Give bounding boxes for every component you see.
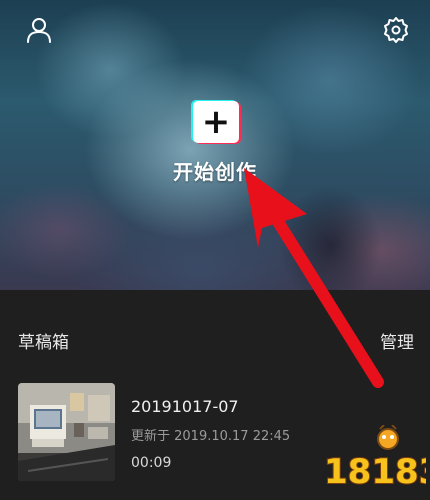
plus-icon[interactable]: + bbox=[193, 101, 239, 143]
drafts-header: 草稿箱 管理 bbox=[0, 318, 430, 358]
user-icon[interactable] bbox=[24, 15, 54, 45]
manage-button[interactable]: 管理 bbox=[380, 328, 414, 353]
background-figure bbox=[270, 175, 390, 290]
svg-text:18183: 18183 bbox=[324, 452, 426, 492]
screen: + 开始创作 草稿箱 管理 20191017-07 更新于 2019.10.17… bbox=[0, 0, 430, 500]
start-creating-label[interactable]: 开始创作 bbox=[160, 156, 270, 185]
drafts-title: 草稿箱 bbox=[18, 333, 69, 353]
draft-duration: 00:09 bbox=[131, 455, 172, 471]
draft-updated-time: 更新于 2019.10.17 22:45 bbox=[131, 429, 291, 444]
watermark-logo: 18183 bbox=[322, 424, 430, 495]
gear-icon[interactable] bbox=[381, 15, 411, 45]
draft-name: 20191017-07 bbox=[131, 397, 239, 416]
hero-banner: + 开始创作 bbox=[0, 0, 430, 290]
start-creating-button[interactable]: + bbox=[191, 99, 241, 145]
draft-thumbnail[interactable] bbox=[18, 383, 115, 481]
